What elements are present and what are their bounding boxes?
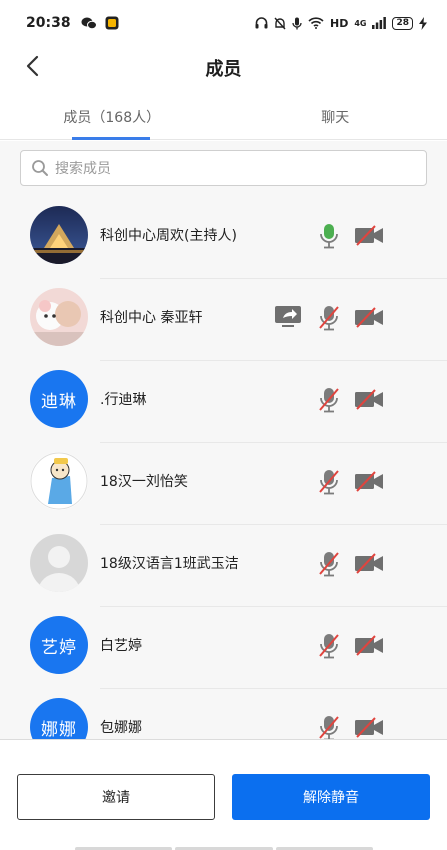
- camera-button[interactable]: [354, 552, 384, 578]
- avatar: 艺婷: [30, 616, 88, 674]
- camera-button[interactable]: [354, 716, 384, 739]
- avatar: 娜娜: [30, 698, 88, 739]
- screen-share-indicator: [274, 304, 302, 332]
- mic-button[interactable]: [318, 632, 340, 664]
- avatar: 迪琳: [30, 370, 88, 428]
- tab-chat[interactable]: 聊天: [224, 98, 447, 139]
- microphone-muted-icon: [319, 306, 339, 331]
- camera-off-icon: [355, 553, 383, 574]
- camera-off-icon: [355, 717, 383, 738]
- member-name: 18级汉语言1班武玉洁: [100, 556, 239, 572]
- signal-label: 4G: [354, 18, 367, 28]
- search-placeholder: 搜索成员: [55, 161, 111, 177]
- mic-button[interactable]: [318, 714, 340, 739]
- status-bar: 20:38 HD 4G 28: [0, 0, 447, 46]
- microphone-muted-icon: [319, 552, 339, 577]
- member-name: 白艺婷: [100, 638, 142, 654]
- member-row[interactable]: 艺婷 白艺婷: [0, 607, 447, 689]
- microphone-muted-icon: [319, 388, 339, 413]
- microphone-active-icon: [320, 224, 338, 249]
- member-name: 18汉一刘怡笑: [100, 474, 188, 490]
- microphone-muted-icon: [319, 470, 339, 495]
- member-name: 包娜娜: [100, 720, 142, 736]
- camera-off-icon: [355, 307, 383, 328]
- microphone-muted-icon: [319, 716, 339, 739]
- mic-button[interactable]: [318, 550, 340, 582]
- mic-button[interactable]: [318, 304, 340, 336]
- avatar: [30, 452, 88, 510]
- member-name: .行迪琳: [100, 392, 147, 408]
- mic-button[interactable]: [318, 386, 340, 418]
- battery-indicator: 28: [392, 16, 413, 30]
- mic-status-icon: [292, 17, 302, 29]
- search-icon: [32, 160, 48, 176]
- tab-members[interactable]: 成员（168人）: [0, 98, 224, 140]
- headphone-icon: [255, 17, 268, 29]
- avatar: [30, 206, 88, 264]
- member-name: 科创中心周欢(主持人): [100, 228, 237, 244]
- mic-button[interactable]: [318, 222, 340, 254]
- camera-off-icon: [355, 635, 383, 656]
- avatar: [30, 288, 88, 346]
- nav-bar: 成员: [0, 46, 447, 86]
- camera-button[interactable]: [354, 306, 384, 332]
- status-time: 20:38: [26, 15, 71, 31]
- member-row[interactable]: 18级汉语言1班武玉洁: [0, 525, 447, 607]
- signal-icon: [372, 17, 387, 29]
- hd-label: HD: [329, 16, 349, 30]
- camera-button[interactable]: [354, 634, 384, 660]
- member-name: 科创中心 秦亚轩: [100, 310, 203, 326]
- page-title: 成员: [205, 59, 242, 80]
- camera-off-icon: [355, 389, 383, 410]
- camera-button[interactable]: [354, 388, 384, 414]
- camera-off-icon: [355, 471, 383, 492]
- member-list-panel: 搜索成员 科创中心周欢(主持人) 科创中心 秦亚轩 迪琳 .行迪琳 18汉一刘怡…: [0, 141, 447, 739]
- member-row[interactable]: 科创中心 秦亚轩: [0, 279, 447, 361]
- bottom-action-bar: 邀请 解除静音: [0, 739, 447, 850]
- camera-off-icon: [355, 225, 383, 246]
- member-row[interactable]: 迪琳 .行迪琳: [0, 361, 447, 443]
- member-row[interactable]: 18汉一刘怡笑: [0, 443, 447, 525]
- member-row[interactable]: 娜娜 包娜娜: [0, 689, 447, 739]
- charging-icon: [419, 16, 427, 30]
- tab-bar: 成员（168人） 聊天: [0, 98, 447, 140]
- member-row[interactable]: 科创中心周欢(主持人): [0, 197, 447, 279]
- camera-button[interactable]: [354, 470, 384, 496]
- screen-share-icon: [275, 306, 301, 327]
- wechat-icon: [81, 17, 97, 29]
- mute-bell-icon: [274, 17, 286, 29]
- avatar: [30, 534, 88, 592]
- search-input[interactable]: 搜索成员: [20, 150, 427, 186]
- invite-button[interactable]: 邀请: [17, 774, 215, 820]
- camera-button[interactable]: [354, 224, 384, 250]
- microphone-muted-icon: [319, 634, 339, 659]
- app-notification-icon: [105, 16, 119, 30]
- wifi-icon: [308, 17, 324, 29]
- mic-button[interactable]: [318, 468, 340, 500]
- unmute-all-button[interactable]: 解除静音: [232, 774, 430, 820]
